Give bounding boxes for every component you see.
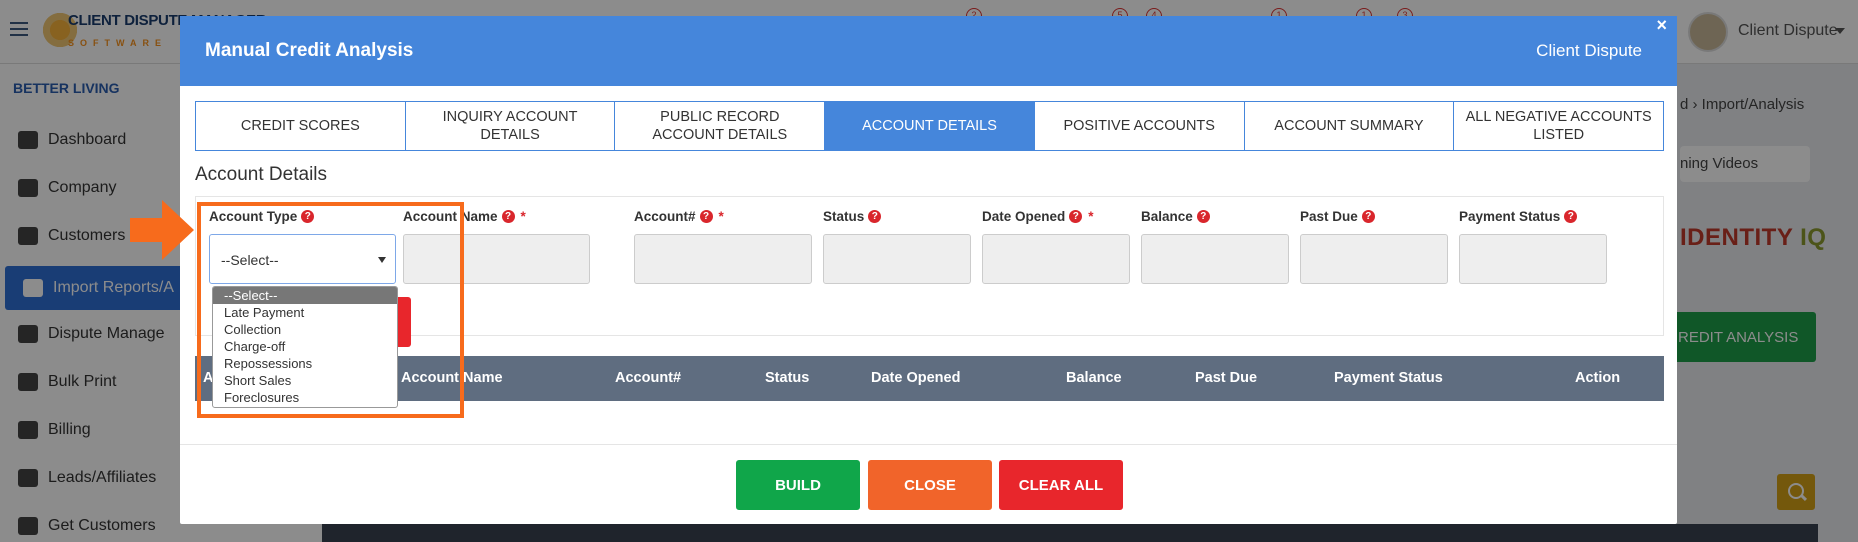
account-number-field: Account#? * — [634, 207, 812, 284]
section-title: Account Details — [195, 164, 328, 185]
help-icon[interactable]: ? — [699, 209, 713, 223]
tab-account-details[interactable]: ACCOUNT DETAILS — [825, 102, 1035, 150]
field-label-text: Account# — [634, 208, 696, 224]
manual-credit-analysis-modal: Manual Credit Analysis Client Dispute × … — [130, 15, 1677, 524]
column-header-date-opened: Date Opened — [871, 370, 961, 386]
status-input[interactable] — [823, 234, 971, 284]
tab-inquiry-account-details[interactable]: INQUIRY ACCOUNT DETAILS — [405, 102, 616, 150]
column-header-status: Status — [765, 370, 810, 386]
close-button[interactable]: CLOSE — [868, 460, 992, 510]
column-header-action: Action — [1575, 370, 1621, 386]
column-header-past-due: Past Due — [1195, 370, 1258, 386]
balance-input[interactable] — [1141, 234, 1289, 284]
help-icon[interactable]: ? — [1361, 209, 1375, 223]
status-field: Status? — [823, 207, 971, 284]
modal-title: Manual Credit Analysis — [205, 40, 414, 61]
date-opened-input[interactable] — [982, 234, 1130, 284]
field-label-text: Date Opened — [982, 208, 1066, 224]
tab-all-negative-accounts-listed[interactable]: ALL NEGATIVE ACCOUNTS LISTED — [1454, 102, 1664, 150]
required-marker: * — [718, 208, 724, 224]
help-icon[interactable]: ? — [1069, 209, 1083, 223]
past-due-field: Past Due? — [1300, 207, 1448, 284]
help-icon[interactable]: ? — [868, 209, 882, 223]
field-label: Status? — [823, 207, 971, 225]
close-icon[interactable]: × — [1656, 15, 1667, 36]
tab-public-record-account-details[interactable]: PUBLIC RECORD ACCOUNT DETAILS — [615, 102, 826, 150]
field-label-text: Past Due — [1300, 208, 1358, 224]
tab-bar: CREDIT SCORES INQUIRY ACCOUNT DETAILS PU… — [195, 101, 1664, 151]
field-label-text: Balance — [1141, 208, 1193, 224]
date-opened-field: Date Opened? * — [982, 207, 1130, 284]
annotation-arrow-icon — [130, 200, 194, 260]
column-header-account-number: Account# — [615, 370, 682, 386]
help-icon[interactable]: ? — [1564, 209, 1578, 223]
modal-header: Manual Credit Analysis Client Dispute × — [180, 15, 1677, 86]
modal-subtitle: Client Dispute — [1536, 41, 1642, 60]
past-due-input[interactable] — [1300, 234, 1448, 284]
account-number-input[interactable] — [634, 234, 812, 284]
footer-divider — [180, 444, 1677, 445]
payment-status-field: Payment Status? — [1459, 207, 1607, 284]
field-label: Past Due? — [1300, 207, 1448, 225]
build-button[interactable]: BUILD — [736, 460, 860, 510]
clear-all-button[interactable]: CLEAR ALL — [999, 460, 1123, 510]
tab-credit-scores[interactable]: CREDIT SCORES — [196, 102, 406, 150]
column-header-balance: Balance — [1066, 370, 1122, 386]
required-marker: * — [520, 208, 526, 224]
field-label: Payment Status? — [1459, 207, 1607, 225]
field-label: Date Opened? * — [982, 207, 1130, 225]
required-marker: * — [1088, 208, 1094, 224]
help-icon[interactable]: ? — [501, 209, 515, 223]
tab-account-summary[interactable]: ACCOUNT SUMMARY — [1244, 102, 1455, 150]
field-label-text: Status — [823, 208, 865, 224]
field-label: Balance? — [1141, 207, 1289, 225]
annotation-highlight-box — [197, 202, 464, 418]
tab-positive-accounts[interactable]: POSITIVE ACCOUNTS — [1034, 102, 1245, 150]
field-label-text: Payment Status — [1459, 208, 1561, 224]
balance-field: Balance? — [1141, 207, 1289, 284]
column-header-payment-status: Payment Status — [1334, 370, 1443, 386]
payment-status-input[interactable] — [1459, 234, 1607, 284]
field-label: Account#? * — [634, 207, 812, 225]
help-icon[interactable]: ? — [1196, 209, 1210, 223]
